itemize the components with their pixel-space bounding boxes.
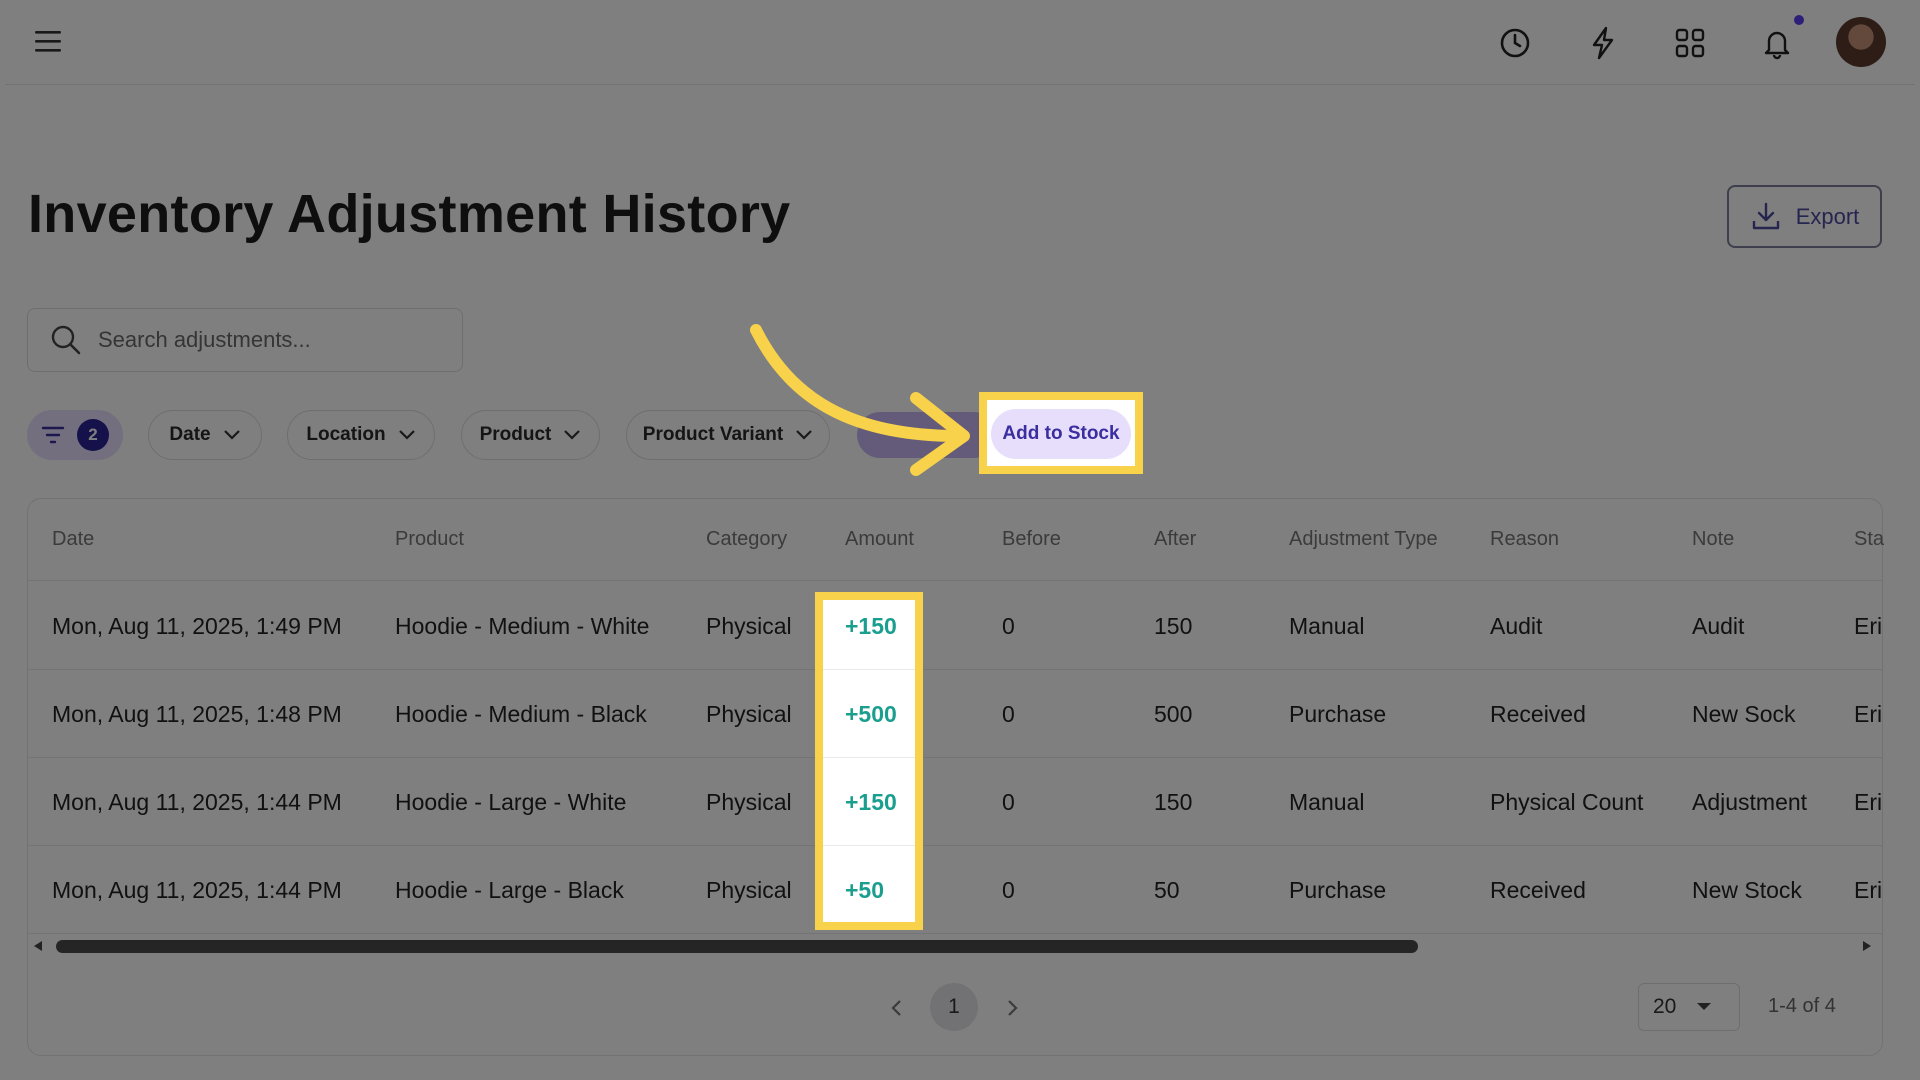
filter-chip-label: Product	[479, 424, 552, 445]
cell-adjustment-type: Purchase	[1289, 877, 1387, 903]
cell-after: 50	[1154, 877, 1180, 903]
filter-chip-product[interactable]: Product	[461, 410, 600, 460]
search-input[interactable]	[98, 327, 438, 353]
cell-adjustment-type: Manual	[1289, 789, 1365, 815]
bolt-icon[interactable]	[1580, 20, 1626, 66]
search-icon	[51, 325, 81, 355]
column-header-reason[interactable]: Reason	[1490, 528, 1559, 551]
column-header-product[interactable]: Product	[395, 528, 464, 551]
filter-toggle-button[interactable]: 2	[27, 410, 123, 460]
cell-before: 0	[1002, 789, 1015, 815]
export-button[interactable]: Export	[1727, 185, 1882, 248]
cell-staff: Eri	[1854, 789, 1883, 815]
column-header-note[interactable]: Note	[1692, 528, 1734, 551]
filter-chip-label: Product Variant	[642, 424, 784, 445]
chevron-down-icon	[223, 430, 240, 440]
cell-staff: Eri	[1854, 613, 1883, 639]
cell-reason: Physical Count	[1490, 789, 1644, 815]
cell-reason: Received	[1490, 877, 1586, 903]
cell-category: Physical	[706, 789, 792, 815]
apps-grid-icon[interactable]	[1667, 20, 1713, 66]
cell-category: Physical	[706, 613, 792, 639]
cell-note: Audit	[1692, 613, 1745, 639]
history-icon[interactable]	[1492, 20, 1538, 66]
cell-reason: Received	[1490, 701, 1586, 727]
download-icon	[1752, 202, 1779, 229]
column-header-after[interactable]: After	[1154, 528, 1196, 551]
caret-down-icon	[1697, 1003, 1712, 1010]
avatar[interactable]	[1836, 17, 1886, 67]
chevron-down-icon	[796, 430, 812, 440]
column-header-staff[interactable]: Sta	[1854, 528, 1884, 551]
cell-date: Mon, Aug 11, 2025, 1:48 PM	[52, 701, 342, 727]
scroll-left-icon[interactable]	[32, 940, 44, 952]
cell-product: Hoodie - Large - Black	[395, 877, 624, 903]
cell-staff: Eri	[1854, 877, 1883, 903]
scroll-right-icon[interactable]	[1861, 940, 1873, 952]
menu-icon[interactable]	[31, 27, 69, 57]
cell-date: Mon, Aug 11, 2025, 1:44 PM	[52, 877, 342, 903]
cell-date: Mon, Aug 11, 2025, 1:44 PM	[52, 789, 342, 815]
obscured-chip[interactable]	[857, 412, 997, 458]
cell-note: New Stock	[1692, 877, 1802, 903]
scrollbar-thumb[interactable]	[56, 940, 1418, 953]
cell-after: 150	[1154, 613, 1193, 639]
export-label: Export	[1795, 203, 1860, 229]
page-size-value: 20	[1653, 995, 1677, 1018]
filter-chip-date[interactable]: Date	[148, 410, 262, 460]
filter-chip-product-variant[interactable]: Product Variant	[626, 410, 830, 460]
cell-adjustment-type: Manual	[1289, 613, 1365, 639]
filter-chip-location[interactable]: Location	[287, 410, 435, 460]
filter-chip-label: Location	[306, 424, 386, 445]
column-header-amount[interactable]: Amount	[845, 528, 914, 551]
app-root: Inventory Adjustment History Export 2 Da…	[0, 0, 1920, 1080]
filter-icon	[41, 426, 65, 444]
cell-before: 0	[1002, 877, 1015, 903]
column-header-category[interactable]: Category	[706, 528, 787, 551]
cell-product: Hoodie - Medium - White	[395, 613, 650, 639]
search-box[interactable]	[27, 308, 463, 372]
next-page-button[interactable]	[995, 990, 1031, 1026]
row-divider	[28, 757, 1882, 758]
cell-product: Hoodie - Large - White	[395, 789, 627, 815]
page-button-current[interactable]: 1	[930, 983, 978, 1031]
pagination-range: 1-4 of 4	[1768, 995, 1836, 1017]
cell-date: Mon, Aug 11, 2025, 1:49 PM	[52, 613, 342, 639]
cell-note: New Sock	[1692, 701, 1796, 727]
filter-chip-label: Date	[169, 424, 211, 445]
cell-before: 0	[1002, 613, 1015, 639]
cell-note: Adjustment	[1692, 789, 1808, 815]
row-divider	[28, 933, 1882, 934]
top-bar	[5, 0, 1915, 85]
notification-dot	[1794, 15, 1804, 25]
cell-after: 150	[1154, 789, 1193, 815]
chevron-down-icon	[398, 430, 415, 440]
chevron-down-icon	[564, 430, 581, 440]
column-header-date[interactable]: Date	[52, 528, 94, 551]
chevron-left-icon	[891, 1000, 901, 1016]
row-divider	[28, 669, 1882, 670]
cell-category: Physical	[706, 701, 792, 727]
cell-staff: Eri	[1854, 701, 1883, 727]
bell-icon[interactable]	[1754, 20, 1800, 66]
cell-after: 500	[1154, 701, 1193, 727]
previous-page-button[interactable]	[878, 990, 914, 1026]
page-title: Inventory Adjustment History	[28, 184, 791, 244]
row-divider	[28, 580, 1882, 581]
cell-adjustment-type: Purchase	[1289, 701, 1387, 727]
cell-product: Hoodie - Medium - Black	[395, 701, 647, 727]
cell-before: 0	[1002, 701, 1015, 727]
chevron-right-icon	[1008, 1000, 1018, 1016]
cell-reason: Audit	[1490, 613, 1543, 639]
filter-count-badge: 2	[77, 419, 109, 451]
row-divider	[28, 845, 1882, 846]
page-size-select[interactable]: 20	[1638, 983, 1740, 1031]
cell-category: Physical	[706, 877, 792, 903]
column-header-before[interactable]: Before	[1002, 528, 1061, 551]
column-header-adjustment-type[interactable]: Adjustment Type	[1289, 528, 1438, 551]
adjustments-table	[27, 498, 1883, 1056]
